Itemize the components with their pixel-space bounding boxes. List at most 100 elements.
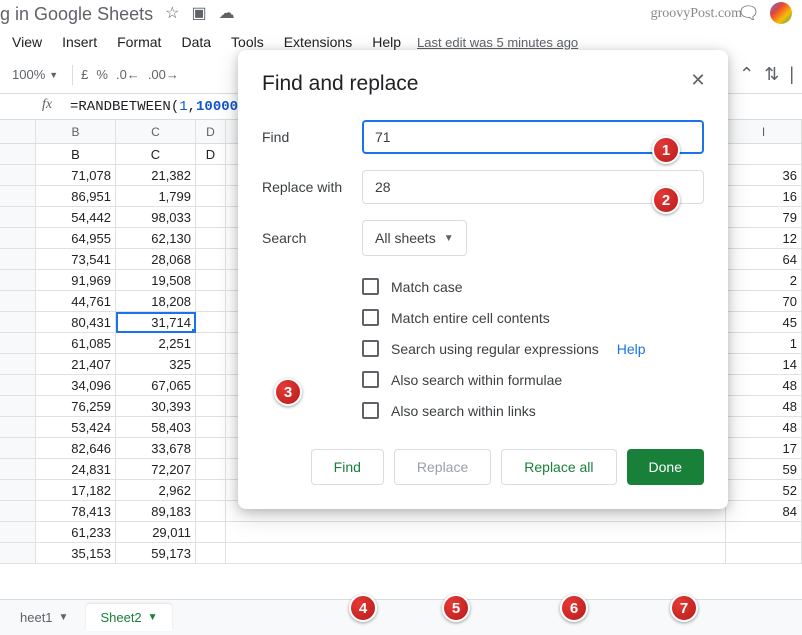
cell[interactable]: 62,130 [116, 228, 196, 249]
cell[interactable]: 89,183 [116, 501, 196, 522]
cell[interactable]: 12 [726, 228, 802, 249]
replace-all-button[interactable]: Replace all [501, 449, 616, 485]
cell[interactable] [226, 522, 726, 543]
cloud-icon[interactable]: ☁ [219, 6, 235, 22]
sheet-tab-1[interactable]: heet1 ▼ [6, 604, 82, 631]
help-link[interactable]: Help [617, 341, 646, 357]
cell[interactable]: 48 [726, 396, 802, 417]
cell[interactable] [196, 312, 226, 333]
corner-cell[interactable] [0, 120, 36, 143]
cell[interactable]: 91,969 [36, 270, 116, 291]
close-icon[interactable]: ✕ [686, 68, 710, 92]
chevron-up-icon[interactable]: ⌃ [739, 64, 754, 85]
document-title[interactable]: g in Google Sheets [0, 4, 153, 25]
menu-format[interactable]: Format [107, 30, 171, 54]
cell[interactable] [196, 375, 226, 396]
cell[interactable]: 44,761 [36, 291, 116, 312]
find-button[interactable]: Find [311, 449, 384, 485]
cell[interactable]: 73,541 [36, 249, 116, 270]
cell[interactable]: B [36, 144, 116, 165]
cell[interactable]: 19,508 [116, 270, 196, 291]
cell[interactable]: 78,413 [36, 501, 116, 522]
currency-button[interactable]: £ [81, 67, 88, 82]
avatar[interactable] [770, 2, 792, 24]
cell[interactable]: 33,678 [116, 438, 196, 459]
cell[interactable]: 2 [726, 270, 802, 291]
cell[interactable]: 34,096 [36, 375, 116, 396]
cell[interactable]: 72,207 [116, 459, 196, 480]
cell[interactable] [196, 543, 226, 564]
cell[interactable] [726, 144, 802, 165]
cell[interactable]: 82,646 [36, 438, 116, 459]
cell[interactable]: 71,078 [36, 165, 116, 186]
links-checkbox[interactable] [362, 402, 379, 419]
cell[interactable]: 61,085 [36, 333, 116, 354]
cell[interactable]: 30,393 [116, 396, 196, 417]
cell[interactable]: 31,714 [116, 312, 196, 333]
col-header-b[interactable]: B [36, 120, 116, 143]
col-header-c[interactable]: C [116, 120, 196, 143]
cell[interactable]: 70 [726, 291, 802, 312]
done-button[interactable]: Done [627, 449, 704, 485]
cell[interactable]: 21,382 [116, 165, 196, 186]
cell[interactable]: 48 [726, 375, 802, 396]
cell[interactable]: C [116, 144, 196, 165]
cell[interactable]: 325 [116, 354, 196, 375]
comments-icon[interactable]: 🗨 [737, 3, 760, 24]
cell[interactable] [196, 270, 226, 291]
star-icon[interactable]: ☆ [165, 6, 179, 22]
cell[interactable] [726, 522, 802, 543]
cell[interactable]: 36 [726, 165, 802, 186]
search-scope-select[interactable]: All sheets ▼ [362, 220, 467, 256]
cell[interactable] [196, 522, 226, 543]
last-edit-link[interactable]: Last edit was 5 minutes ago [417, 35, 578, 50]
cell[interactable]: 29,011 [116, 522, 196, 543]
cell[interactable]: 54,442 [36, 207, 116, 228]
cell[interactable]: 64 [726, 249, 802, 270]
cell[interactable]: 61,233 [36, 522, 116, 543]
cell[interactable]: 84 [726, 501, 802, 522]
cell[interactable] [196, 501, 226, 522]
cell[interactable] [726, 543, 802, 564]
cell[interactable]: 58,403 [116, 417, 196, 438]
cell[interactable] [196, 165, 226, 186]
cell[interactable]: 59 [726, 459, 802, 480]
cell[interactable]: 18,208 [116, 291, 196, 312]
cell[interactable]: 48 [726, 417, 802, 438]
cell[interactable]: 1,799 [116, 186, 196, 207]
cell[interactable]: 35,153 [36, 543, 116, 564]
decrease-decimal-button[interactable]: .0← [116, 67, 140, 82]
zoom-select[interactable]: 100% ▼ [6, 65, 64, 84]
cell[interactable]: 17,182 [36, 480, 116, 501]
menu-data[interactable]: Data [171, 30, 221, 54]
cell[interactable] [196, 333, 226, 354]
cell[interactable]: 64,955 [36, 228, 116, 249]
move-icon[interactable]: ▣ [191, 6, 206, 22]
cell[interactable]: 2,251 [116, 333, 196, 354]
cell[interactable]: 53,424 [36, 417, 116, 438]
cell[interactable]: 80,431 [36, 312, 116, 333]
filter-icon[interactable]: ⇅ [764, 64, 779, 85]
cell[interactable] [226, 543, 726, 564]
cell[interactable]: 45 [726, 312, 802, 333]
cell[interactable]: 14 [726, 354, 802, 375]
cell[interactable] [196, 417, 226, 438]
cell[interactable]: 21,407 [36, 354, 116, 375]
cell[interactable] [196, 396, 226, 417]
cell[interactable]: 98,033 [116, 207, 196, 228]
cell[interactable] [196, 291, 226, 312]
menu-view[interactable]: View [2, 30, 52, 54]
col-header-d[interactable]: D [196, 120, 226, 143]
cell[interactable] [196, 438, 226, 459]
cell[interactable] [196, 207, 226, 228]
cell[interactable]: 24,831 [36, 459, 116, 480]
col-header-i[interactable]: I [726, 120, 802, 143]
cell[interactable]: 59,173 [116, 543, 196, 564]
cell[interactable]: 17 [726, 438, 802, 459]
cell[interactable]: 67,065 [116, 375, 196, 396]
cell[interactable] [196, 186, 226, 207]
cell[interactable] [196, 249, 226, 270]
cell[interactable]: 76,259 [36, 396, 116, 417]
regex-checkbox[interactable] [362, 340, 379, 357]
cell[interactable]: 28,068 [116, 249, 196, 270]
